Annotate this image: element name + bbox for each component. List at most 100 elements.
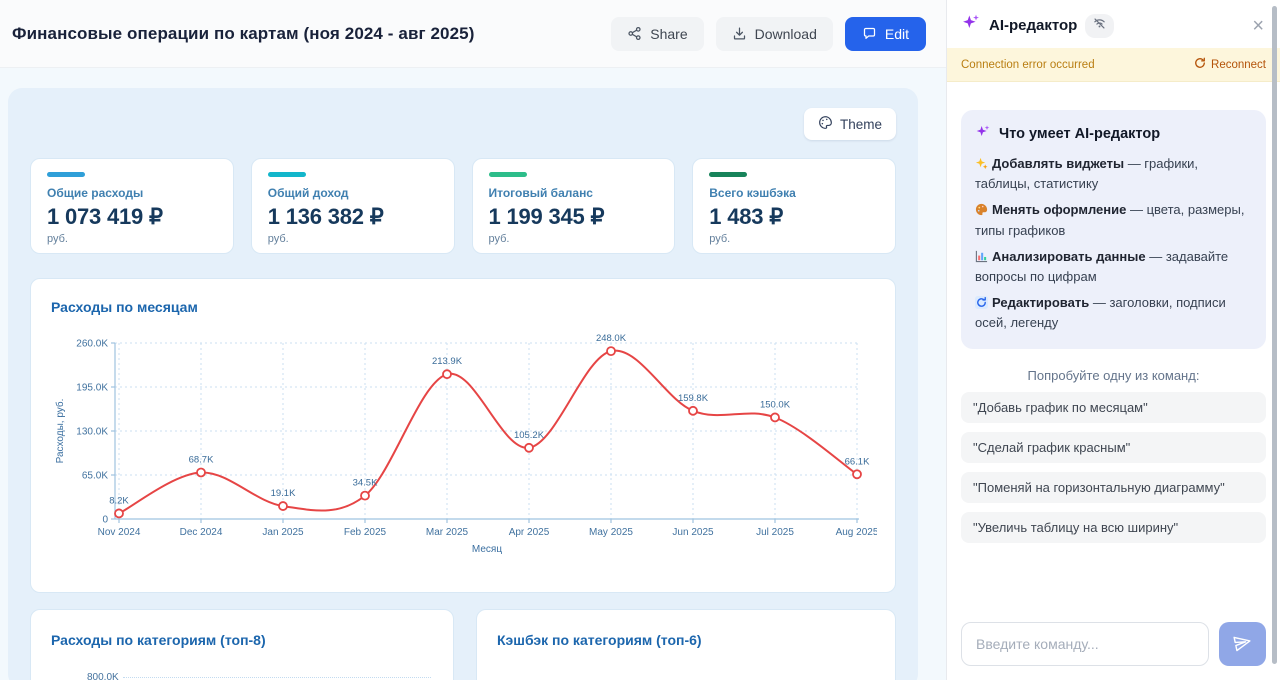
share-button[interactable]: Share (611, 17, 703, 51)
edit-label: Edit (885, 26, 909, 42)
bottom-charts-row: Расходы по категориям (топ-8) 800.0K Кэш… (30, 609, 896, 680)
chart-title: Кэшбэк по категориям (топ-6) (497, 632, 875, 648)
feature-change-style: Менять оформление — цвета, размеры, типы… (975, 201, 1252, 239)
data-point[interactable] (525, 444, 533, 452)
y-tick-label: 195.0K (76, 383, 108, 394)
theme-label: Theme (840, 117, 882, 132)
y-tick-label: 0 (102, 515, 108, 526)
data-point[interactable] (279, 502, 287, 510)
data-point[interactable] (771, 413, 779, 421)
data-point[interactable] (115, 509, 123, 517)
ai-panel-header: AI-редактор × (947, 0, 1280, 48)
stat-card-total-cashback: Всего кэшбэка 1 483 ₽ руб. (692, 158, 896, 254)
command-chip-make-red[interactable]: "Сделай график красным" (961, 432, 1266, 463)
edit-button[interactable]: Edit (845, 17, 926, 51)
stat-value: 1 136 382 ₽ (268, 204, 438, 230)
x-tick-label: Dec 2024 (180, 527, 223, 538)
sparkle-icon (975, 124, 991, 144)
refresh-icon (1194, 57, 1206, 72)
ai-editor-panel: AI-редактор × Connection error occurred … (946, 0, 1280, 680)
data-point[interactable] (689, 407, 697, 415)
data-point-label: 19.1K (271, 488, 296, 499)
stat-card-final-balance: Итоговый баланс 1 199 345 ₽ руб. (472, 158, 676, 254)
top-bar: Финансовые операции по картам (ноя 2024 … (0, 0, 946, 68)
stat-unit: руб. (47, 233, 217, 245)
command-chip-horizontal[interactable]: "Поменяй на горизонтальную диаграмму" (961, 472, 1266, 503)
command-input-row (961, 622, 1266, 666)
expenses-line (119, 351, 857, 514)
topbar-actions: Share Download Edit (611, 17, 926, 51)
page-title: Финансовые операции по картам (ноя 2024 … (12, 24, 474, 44)
x-tick-label: Jan 2025 (262, 527, 304, 538)
command-chip-widen-table[interactable]: "Увеличь таблицу на всю ширину" (961, 512, 1266, 543)
data-point-label: 66.1K (845, 456, 870, 467)
bar-chart-icon (975, 250, 988, 268)
download-icon (732, 26, 747, 41)
connection-error-banner: Connection error occurred Reconnect (947, 48, 1280, 82)
x-tick-label: Feb 2025 (344, 527, 387, 538)
ai-features-box: Что умеет AI-редактор Добавлять виджеты … (961, 110, 1266, 349)
palette-icon (818, 115, 833, 133)
x-tick-label: May 2025 (589, 527, 633, 538)
x-tick-label: Aug 2025 (836, 527, 877, 538)
stat-label: Общий доход (268, 186, 438, 200)
stat-accent-bar (47, 172, 85, 177)
error-text: Connection error occurred (961, 59, 1095, 71)
data-point[interactable] (607, 347, 615, 355)
x-tick-label: Jun 2025 (672, 527, 714, 538)
stat-card-total-expenses: Общие расходы 1 073 419 ₽ руб. (30, 158, 234, 254)
data-point[interactable] (361, 492, 369, 500)
feature-edit: Редактировать — заголовки, подписи осей,… (975, 294, 1252, 332)
data-point-label: 248.0K (596, 333, 627, 344)
axis-tick-label: 800.0K (87, 672, 119, 680)
reconnect-button[interactable]: Reconnect (1194, 57, 1266, 72)
monthly-expenses-chart-card: Расходы по месяцам 065.0K130.0K195.0K260… (30, 278, 896, 593)
data-point-label: 105.2K (514, 430, 545, 441)
commands-heading: Попробуйте одну из команд: (947, 368, 1280, 383)
ai-panel-title: AI-редактор (989, 17, 1077, 34)
send-button[interactable] (1219, 622, 1266, 666)
data-point-label: 150.0K (760, 399, 791, 410)
stat-label: Итоговый баланс (489, 186, 659, 200)
stat-card-total-income: Общий доход 1 136 382 ₽ руб. (251, 158, 455, 254)
data-point-label: 213.9K (432, 356, 463, 367)
refresh-arrows-icon (975, 296, 988, 314)
expenses-by-category-card: Расходы по категориям (топ-8) 800.0K (30, 609, 454, 680)
y-tick-label: 260.0K (76, 339, 108, 350)
gridline (123, 677, 431, 678)
partial-axis: 800.0K (87, 672, 431, 680)
connection-status-badge (1085, 14, 1114, 38)
data-point-label: 159.8K (678, 393, 709, 404)
x-tick-label: Mar 2025 (426, 527, 469, 538)
stat-unit: руб. (709, 233, 879, 245)
panel-scrollbar[interactable] (1272, 6, 1277, 664)
chat-icon (862, 26, 877, 41)
data-point[interactable] (853, 470, 861, 478)
chart-title: Расходы по категориям (топ-8) (51, 632, 433, 648)
wifi-off-icon (1093, 17, 1106, 35)
command-chip-add-chart[interactable]: "Добавь график по месяцам" (961, 392, 1266, 423)
reconnect-label: Reconnect (1211, 59, 1266, 71)
stat-cards-row: Общие расходы 1 073 419 ₽ руб. Общий дох… (30, 158, 896, 254)
x-tick-label: Apr 2025 (509, 527, 550, 538)
main-column: Финансовые операции по картам (ноя 2024 … (0, 0, 946, 680)
stat-label: Общие расходы (47, 186, 217, 200)
data-point-label: 34.5K (353, 478, 378, 489)
close-panel-button[interactable]: × (1252, 16, 1264, 36)
y-tick-label: 65.0K (82, 471, 108, 482)
data-point[interactable] (197, 468, 205, 476)
stat-value: 1 073 419 ₽ (47, 204, 217, 230)
stat-accent-bar (268, 172, 306, 177)
data-point[interactable] (443, 370, 451, 378)
x-tick-label: Nov 2024 (98, 527, 141, 538)
theme-button[interactable]: Theme (804, 108, 896, 140)
stat-value: 1 199 345 ₽ (489, 204, 659, 230)
dashboard-panel: Theme Общие расходы 1 073 419 ₽ руб. Общ… (8, 88, 918, 680)
stat-accent-bar (709, 172, 747, 177)
monthly-expenses-line-chart: 065.0K130.0K195.0K260.0KNov 2024Dec 2024… (51, 327, 877, 572)
download-button[interactable]: Download (716, 17, 833, 51)
command-input[interactable] (961, 622, 1209, 666)
stat-accent-bar (489, 172, 527, 177)
stat-value: 1 483 ₽ (709, 204, 879, 230)
y-axis-title: Расходы, руб. (54, 399, 66, 464)
